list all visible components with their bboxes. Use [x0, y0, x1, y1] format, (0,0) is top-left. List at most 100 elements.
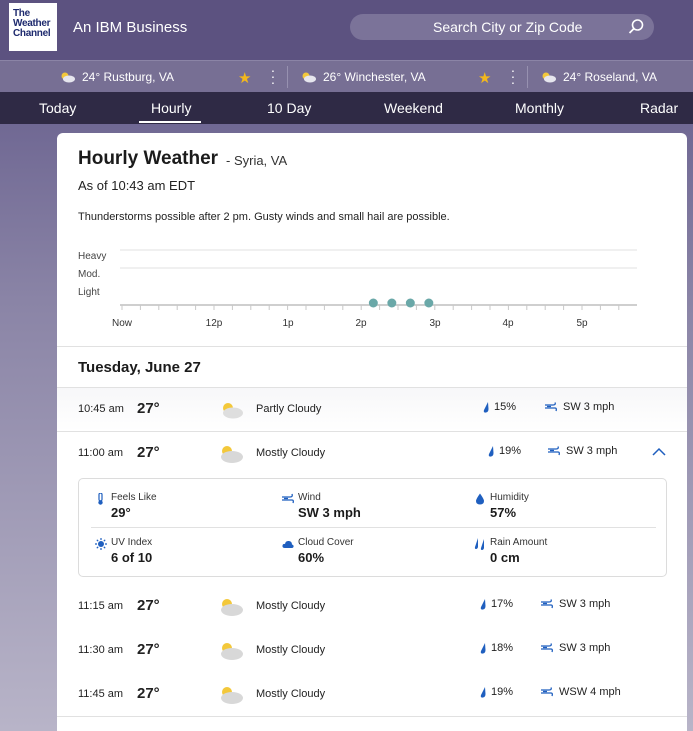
- row-wind: SW 3 mph: [541, 642, 610, 654]
- divider: [91, 527, 656, 528]
- favorite-label: 26° Winchester, VA: [323, 70, 426, 84]
- wind-icon: [545, 402, 557, 412]
- as-of-timestamp: As of 10:43 am EDT: [78, 178, 196, 193]
- tab-radar[interactable]: Radar: [640, 100, 678, 116]
- favorite-location-3[interactable]: 24° Roseland, VA: [539, 61, 657, 93]
- precip-point: [424, 298, 434, 308]
- divider: [57, 346, 687, 347]
- row-condition: Mostly Cloudy: [256, 447, 326, 459]
- rain-value: 19%: [499, 445, 522, 457]
- partly-cloudy-icon: [542, 72, 556, 83]
- day-heading: Tuesday, June 27: [78, 359, 201, 376]
- detail-label: Wind: [298, 492, 321, 503]
- location-label: - Syria, VA: [226, 153, 288, 168]
- row-temp: 27°: [137, 641, 160, 658]
- chevron-up-icon[interactable]: [652, 447, 666, 457]
- row-time: 11:15 am: [78, 600, 124, 612]
- star-icon[interactable]: ★: [238, 69, 251, 87]
- partly-cloudy-icon: [223, 403, 243, 419]
- top-bar: The Weather Channel An IBM Business Sear…: [0, 0, 693, 60]
- ibm-tagline: An IBM Business: [73, 19, 188, 36]
- rain-icon: [474, 538, 484, 550]
- wind-value: SW 3 mph: [559, 598, 611, 610]
- row-time: 11:30 am: [78, 644, 124, 656]
- more-options-icon[interactable]: · · ·: [270, 63, 276, 89]
- detail-value: 57%: [490, 505, 517, 520]
- mostly-cloudy-icon: [221, 446, 243, 463]
- raindrop-icon: [483, 401, 489, 413]
- row-temp: 27°: [137, 597, 160, 614]
- detail-label: Cloud Cover: [298, 537, 354, 548]
- row-wind: SW 3 mph: [545, 401, 614, 413]
- chart-x-tick-label: 12p: [206, 318, 223, 329]
- row-rain-chance: 18%: [480, 642, 513, 654]
- chart-x-tick-label: 1p: [282, 318, 294, 329]
- tab-weekend[interactable]: Weekend: [384, 100, 443, 116]
- favorite-location-1[interactable]: 24° Rustburg, VA: [58, 61, 174, 93]
- wind-value: SW 3 mph: [566, 445, 618, 457]
- active-tab-indicator: [139, 121, 201, 123]
- rain-value: 15%: [494, 401, 517, 413]
- tab-10-day[interactable]: 10 Day: [267, 100, 311, 116]
- cloud-icon: [282, 540, 294, 548]
- row-time: 11:00 am: [78, 447, 124, 459]
- favorite-location-2[interactable]: 26° Winchester, VA: [299, 61, 426, 93]
- wind-icon: [548, 446, 560, 456]
- chart-y-label: Heavy: [78, 251, 106, 262]
- precip-point: [387, 298, 397, 308]
- tab-hourly[interactable]: Hourly: [151, 100, 191, 116]
- mostly-cloudy-icon: [221, 599, 243, 616]
- page-title: Hourly Weather: [78, 148, 219, 169]
- more-options-icon[interactable]: · · ·: [510, 63, 516, 89]
- favorite-label: 24° Roseland, VA: [563, 70, 657, 84]
- detail-value: 60%: [298, 550, 325, 565]
- hourly-row-expanded[interactable]: 11:00 am 27° Mostly Cloudy 19% SW 3 mph: [57, 432, 687, 475]
- star-icon[interactable]: ★: [478, 69, 491, 87]
- detail-value: 29°: [111, 505, 131, 520]
- sun-icon: [95, 538, 107, 550]
- weather-channel-logo[interactable]: The Weather Channel: [9, 3, 57, 51]
- chart-x-tick-label: 4p: [502, 318, 514, 329]
- wind-icon: [541, 599, 553, 609]
- detail-value: 6 of 10: [111, 550, 153, 565]
- wind-value: SW 3 mph: [559, 642, 611, 654]
- divider: [57, 716, 687, 717]
- row-rain-chance: 17%: [480, 598, 513, 610]
- detail-label: UV Index: [111, 537, 153, 548]
- wind-value: SW 3 mph: [563, 401, 615, 413]
- chart-x-tick-label: 2p: [355, 318, 367, 329]
- rain-value: 17%: [491, 598, 514, 610]
- hourly-row[interactable]: 11:45 am 27° Mostly Cloudy 19% WSW 4 mph: [57, 673, 687, 716]
- wind-value: WSW 4 mph: [559, 686, 621, 698]
- hour-details-panel: Feels Like 29° Wind SW 3 mph Humidity 57…: [78, 478, 667, 577]
- row-temp: 27°: [137, 444, 160, 461]
- partly-cloudy-icon: [302, 72, 316, 83]
- hourly-weather-card: Hourly Weather - Syria, VA As of 10:43 a…: [57, 133, 687, 731]
- hourly-row[interactable]: 10:45 am 27° Partly Cloudy 15% SW 3 mph: [57, 388, 687, 431]
- forecast-nav: Today Hourly 10 Day Weekend Monthly Rada…: [0, 92, 693, 124]
- row-condition: Mostly Cloudy: [256, 644, 326, 656]
- row-temp: 27°: [137, 400, 160, 417]
- row-time: 10:45 am: [78, 403, 124, 415]
- detail-label: Feels Like: [111, 492, 157, 503]
- raindrop-icon: [480, 642, 486, 654]
- raindrop-icon: [480, 686, 486, 698]
- raindrop-icon: [488, 445, 494, 457]
- search-icon[interactable]: [627, 18, 645, 36]
- chart-y-label: Mod.: [78, 269, 100, 280]
- row-rain-chance: 19%: [488, 445, 521, 457]
- row-condition: Partly Cloudy: [256, 403, 322, 415]
- mostly-cloudy-icon: [221, 643, 243, 660]
- row-condition: Mostly Cloudy: [256, 688, 326, 700]
- forecast-alert: Thunderstorms possible after 2 pm. Gusty…: [78, 211, 450, 223]
- detail-value: 0 cm: [490, 550, 520, 565]
- favorite-label: 24° Rustburg, VA: [82, 70, 174, 84]
- hourly-row[interactable]: 11:15 am 27° Mostly Cloudy 17% SW 3 mph: [57, 585, 687, 628]
- tab-monthly[interactable]: Monthly: [515, 100, 564, 116]
- tab-today[interactable]: Today: [39, 100, 76, 116]
- humidity-drop-icon: [476, 493, 484, 505]
- mostly-cloudy-icon: [221, 687, 243, 704]
- search-input[interactable]: Search City or Zip Code: [350, 14, 654, 40]
- hourly-row[interactable]: 11:30 am 27° Mostly Cloudy 18% SW 3 mph: [57, 629, 687, 672]
- raindrop-icon: [480, 598, 486, 610]
